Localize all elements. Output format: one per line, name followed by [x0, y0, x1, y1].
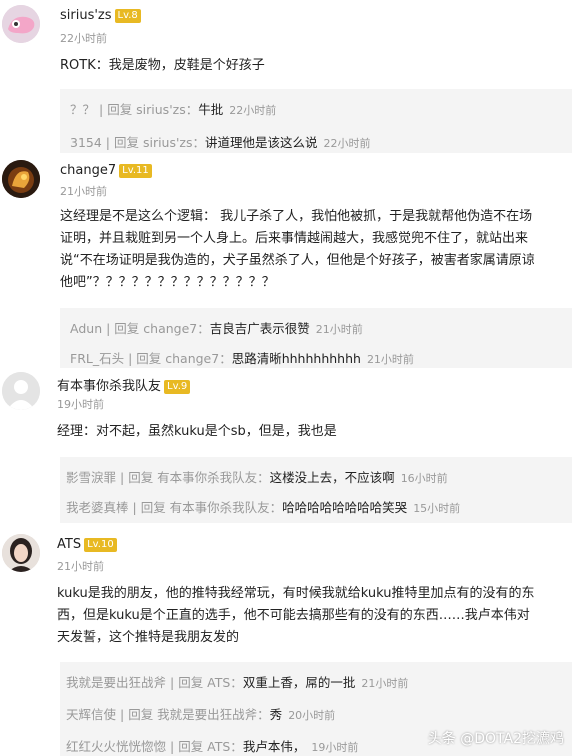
reply-item[interactable]: 3154 | 回复 sirius'zs：讲道理他是该这么说 22小时前 [70, 132, 371, 151]
comment-item: sirius'zs Lv.8 22小时前 ROTK：我是废物，皮鞋是个好孩子 ？？… [0, 0, 572, 153]
reply-label: 回复 我就是要出狂战斧： [128, 707, 270, 722]
reply-author[interactable]: 3154 [70, 135, 102, 150]
username[interactable]: ATS Lv.10 [57, 537, 117, 552]
reply-time: 20小时前 [288, 709, 336, 722]
reply-content: 讲道理他是该这么说 [205, 135, 318, 150]
reply-author[interactable]: 我就是要出狂战斧 [66, 675, 166, 690]
reply-label: 回复 ATS： [178, 675, 243, 690]
comment-text: 经理：对不起，虽然kuku是个sb，但是，我也是 [57, 424, 337, 439]
reply-label: 回复 sirius'zs： [107, 102, 199, 117]
user-avatar[interactable] [2, 534, 40, 572]
reply-item[interactable]: 天辉信使 | 回复 我就是要出狂战斧：秀 20小时前 [66, 704, 335, 723]
reply-item[interactable]: FRL_石头 | 回复 change7：思路清晰hhhhhhhhhh 21小时前 [70, 348, 414, 367]
reply-content: 牛批 [198, 102, 224, 117]
reply-item[interactable]: 我就是要出狂战斧 | 回复 ATS：双重上香，屌的一批 21小时前 [66, 672, 408, 691]
reply-content: 吉良吉广表示很赞 [209, 321, 310, 336]
level-badge: Lv.9 [164, 380, 191, 394]
reply-label: 回复 change7： [136, 351, 232, 366]
username-text[interactable]: ATS [57, 537, 81, 552]
reply-label: 回复 有本事你杀我队友： [140, 500, 283, 515]
reply-time: 21小时前 [366, 353, 414, 366]
reply-item[interactable]: Adun | 回复 change7：吉良吉广表示很赞 21小时前 [70, 318, 363, 337]
comment-time: 22小时前 [60, 32, 107, 45]
comment-time: 21小时前 [60, 185, 107, 198]
comment-line: 说“不在场证明是我伪造的，犬子虽然杀了人，但他是个好孩子，被害者家属请原谅 [60, 253, 535, 268]
comment-time: 19小时前 [57, 398, 104, 411]
reply-content: 这楼没上去，不应该啊 [269, 470, 395, 485]
reply-item[interactable]: 我老婆真棒 | 回复 有本事你杀我队友：哈哈哈哈哈哈哈哈笑哭 15小时前 [66, 497, 460, 516]
comment-line: kuku是我的朋友，他的推特我经常玩，有时候我就给kuku推特里加点有的没有的东 [57, 586, 535, 601]
comment-line: 天发誓，这个推特是我朋友发的 [57, 630, 240, 645]
reply-time: 16小时前 [400, 472, 448, 485]
reply-content: 双重上香，屌的一批 [242, 675, 356, 690]
level-badge: Lv.8 [114, 9, 141, 23]
level-badge: Lv.11 [119, 164, 152, 178]
reply-label: 回复 ATS： [178, 739, 243, 754]
reply-author[interactable]: 红红火火恍恍惚惚 [66, 739, 166, 754]
reply-time: 21小时前 [361, 677, 409, 690]
reply-author[interactable]: 我老婆真棒 [66, 500, 129, 515]
reply-item[interactable]: 红红火火恍恍惚惚 | 回复 ATS：我卢本伟， 19小时前 [66, 736, 358, 755]
reply-list: 影雪淚罪 | 回复 有本事你杀我队友：这楼没上去，不应该啊 16小时前 我老婆真棒… [60, 457, 572, 523]
reply-content: 哈哈哈哈哈哈哈哈笑哭 [282, 500, 408, 515]
username-text[interactable]: change7 [60, 163, 116, 178]
reply-time: 21小时前 [315, 323, 363, 336]
comment-time: 21小时前 [57, 560, 104, 573]
user-avatar[interactable] [2, 5, 40, 43]
reply-author[interactable]: FRL_石头 [70, 351, 124, 366]
reply-content: 思路清晰hhhhhhhhhh [231, 351, 361, 366]
username[interactable]: sirius'zs Lv.8 [60, 8, 141, 23]
comment-item: change7 Lv.11 21小时前 这经理是不是这么个逻辑： 我儿子杀了人，我… [0, 155, 572, 370]
comment-text: kuku是我的朋友，他的推特我经常玩，有时候我就给kuku推特里加点有的没有的东… [57, 583, 567, 649]
comment-text: 这经理是不是这么个逻辑： 我儿子杀了人，我怕他被抓，于是我就帮他伪造不在场 证明… [60, 206, 570, 294]
reply-author[interactable]: ？？ [70, 102, 95, 117]
user-avatar[interactable] [2, 160, 40, 198]
reply-list: Adun | 回复 change7：吉良吉广表示很赞 21小时前 FRL_石头 |… [60, 308, 572, 368]
reply-author[interactable]: 影雪淚罪 [66, 470, 116, 485]
comment-line: 他吧”？？？？？？？？？？？？？？ [60, 275, 275, 290]
username-text[interactable]: 有本事你杀我队友 [57, 379, 161, 394]
comment-text: ROTK：我是废物，皮鞋是个好孩子 [60, 58, 265, 73]
comment-line: 证明，并且栽赃到另一个人身上。后来事情越闹越大，我感觉兜不住了，就站出来 [60, 231, 529, 246]
username-text[interactable]: sirius'zs [60, 8, 112, 23]
reply-content: 秀 [269, 707, 283, 722]
reply-author[interactable]: 天辉信使 [66, 707, 116, 722]
reply-label: 回复 change7： [114, 321, 210, 336]
comment-item: 有本事你杀我队友 Lv.9 19小时前 经理：对不起，虽然kuku是个sb，但是，… [0, 370, 572, 530]
reply-time: 22小时前 [323, 137, 371, 150]
reply-list: ？？ | 回复 sirius'zs：牛批 22小时前 3154 | 回复 siri… [60, 89, 572, 153]
reply-label: 回复 sirius'zs： [113, 135, 206, 150]
reply-content: 我卢本伟， [242, 739, 306, 754]
reply-time: 22小时前 [229, 104, 277, 117]
reply-label: 回复 有本事你杀我队友： [128, 470, 270, 485]
comment-line: 西，但是kuku是个正直的选手，他不可能去搞那些有的没有的东西……我卢本伟对 [57, 608, 530, 623]
user-avatar[interactable] [2, 372, 40, 410]
reply-time: 19小时前 [311, 741, 359, 754]
reply-time: 15小时前 [413, 502, 461, 515]
reply-author[interactable]: Adun [70, 321, 102, 336]
watermark: 头条 @DOTA2挖瀌鸡 [427, 731, 564, 747]
reply-item[interactable]: 影雪淚罪 | 回复 有本事你杀我队友：这楼没上去，不应该啊 16小时前 [66, 467, 448, 486]
username[interactable]: 有本事你杀我队友 Lv.9 [57, 375, 191, 394]
comment-item: ATS Lv.10 21小时前 kuku是我的朋友，他的推特我经常玩，有时候我就给… [0, 532, 572, 756]
comment-line: 这经理是不是这么个逻辑： 我儿子杀了人，我怕他被抓，于是我就帮他伪造不在场 [60, 209, 533, 224]
username[interactable]: change7 Lv.11 [60, 163, 152, 178]
reply-item[interactable]: ？？ | 回复 sirius'zs：牛批 22小时前 [70, 99, 276, 118]
level-badge: Lv.10 [84, 538, 117, 552]
